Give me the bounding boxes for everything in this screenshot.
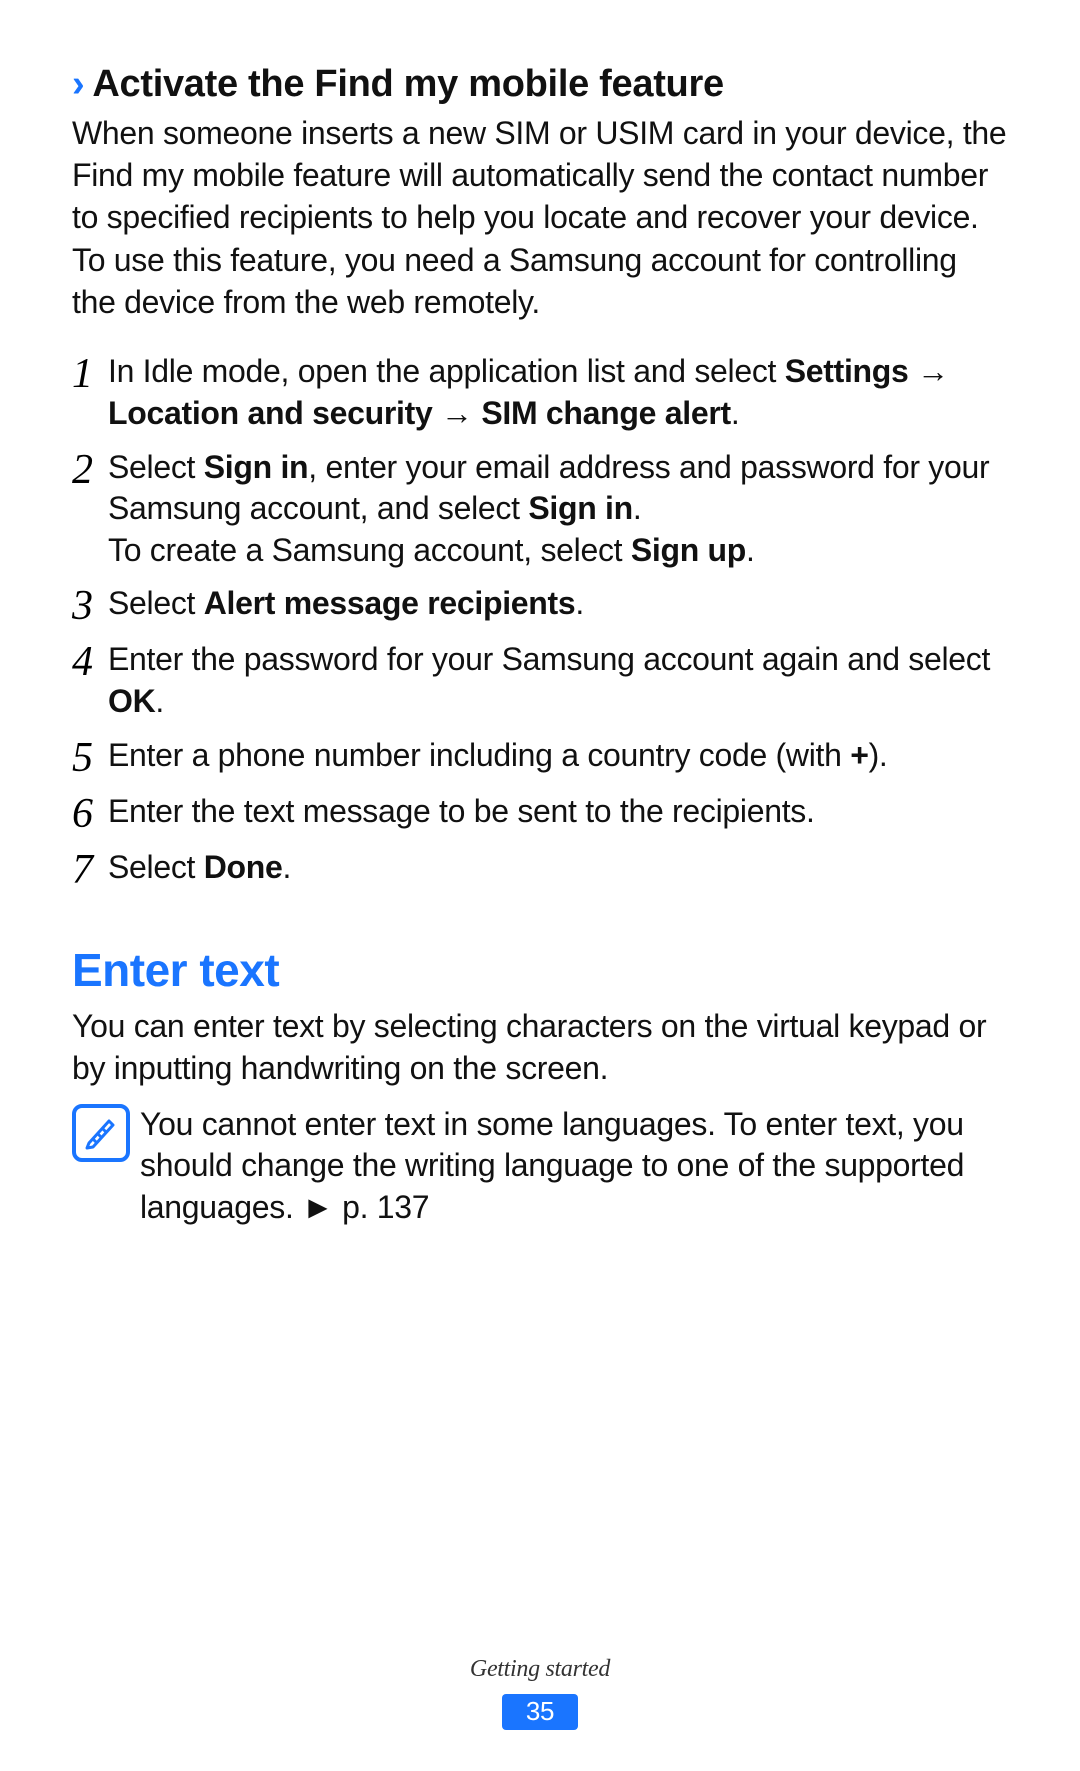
footer-section-label: Getting started — [0, 1654, 1080, 1685]
step-text: Select — [108, 449, 204, 485]
step-item: 6 Enter the text message to be sent to t… — [72, 791, 1008, 835]
step-text: ). — [869, 737, 888, 773]
step-text: . — [283, 849, 292, 885]
step-text: . — [746, 532, 755, 568]
intro-paragraph-1: When someone inserts a new SIM or USIM c… — [72, 113, 1008, 238]
step-body: Enter the text message to be sent to the… — [108, 791, 1008, 833]
step-item: 2 Select Sign in, enter your email addre… — [72, 447, 1008, 572]
ui-label: Sign in — [528, 490, 633, 526]
step-body: Enter a phone number including a country… — [108, 735, 1008, 777]
step-item: 4 Enter the password for your Samsung ac… — [72, 639, 1008, 722]
ui-label: Alert message recipients — [204, 585, 576, 621]
step-item: 3 Select Alert message recipients. — [72, 583, 1008, 627]
step-body: Select Sign in, enter your email address… — [108, 447, 1008, 572]
step-number: 5 — [72, 735, 108, 779]
ui-label: SIM change alert — [481, 395, 731, 431]
note-callout: You cannot enter text in some languages.… — [72, 1104, 1008, 1229]
subsection-title: Activate the Find my mobile feature — [92, 60, 723, 109]
step-text: . — [155, 683, 164, 719]
step-item: 1 In Idle mode, open the application lis… — [72, 351, 1008, 434]
step-text: Enter the text message to be sent to the… — [108, 793, 815, 829]
ui-label: Settings — [785, 353, 909, 389]
section-intro: You can enter text by selecting characte… — [72, 1006, 1008, 1089]
step-number: 1 — [72, 351, 108, 395]
note-text: You cannot enter text in some languages.… — [140, 1104, 1008, 1229]
intro-paragraph-2: To use this feature, you need a Samsung … — [72, 240, 1008, 323]
arrow: → — [909, 353, 949, 389]
step-item: 5 Enter a phone number including a count… — [72, 735, 1008, 779]
step-list: 1 In Idle mode, open the application lis… — [72, 351, 1008, 890]
step-text: Enter a phone number including a country… — [108, 737, 850, 773]
step-text: To create a Samsung account, select — [108, 532, 631, 568]
step-text: Select — [108, 585, 204, 621]
page-footer: Getting started 35 — [0, 1654, 1080, 1731]
arrow: → — [432, 395, 481, 431]
ui-label: Location and security — [108, 395, 432, 431]
step-item: 7 Select Done. — [72, 847, 1008, 891]
ui-label: Sign in — [204, 449, 309, 485]
step-body: Select Done. — [108, 847, 1008, 889]
step-body: Select Alert message recipients. — [108, 583, 1008, 625]
step-number: 2 — [72, 447, 108, 491]
subsection-heading: › Activate the Find my mobile feature — [72, 60, 1008, 109]
note-icon — [72, 1104, 130, 1162]
page-number-badge: 35 — [502, 1694, 578, 1729]
ui-label: Sign up — [631, 532, 746, 568]
chevron-icon: › — [72, 60, 84, 109]
step-text: . — [575, 585, 584, 621]
step-text: . — [731, 395, 740, 431]
step-number: 6 — [72, 791, 108, 835]
manual-page: › Activate the Find my mobile feature Wh… — [0, 0, 1080, 1771]
step-body: Enter the password for your Samsung acco… — [108, 639, 1008, 722]
step-number: 3 — [72, 583, 108, 627]
ui-label: OK — [108, 683, 155, 719]
step-text: Select — [108, 849, 204, 885]
section-heading: Enter text — [72, 941, 1008, 1001]
step-text: . — [633, 490, 642, 526]
step-body: In Idle mode, open the application list … — [108, 351, 1008, 434]
step-text: Enter the password for your Samsung acco… — [108, 641, 990, 677]
step-number: 7 — [72, 847, 108, 891]
ui-label: Done — [204, 849, 283, 885]
ui-label: + — [850, 737, 868, 773]
step-number: 4 — [72, 639, 108, 683]
step-text: In Idle mode, open the application list … — [108, 353, 785, 389]
